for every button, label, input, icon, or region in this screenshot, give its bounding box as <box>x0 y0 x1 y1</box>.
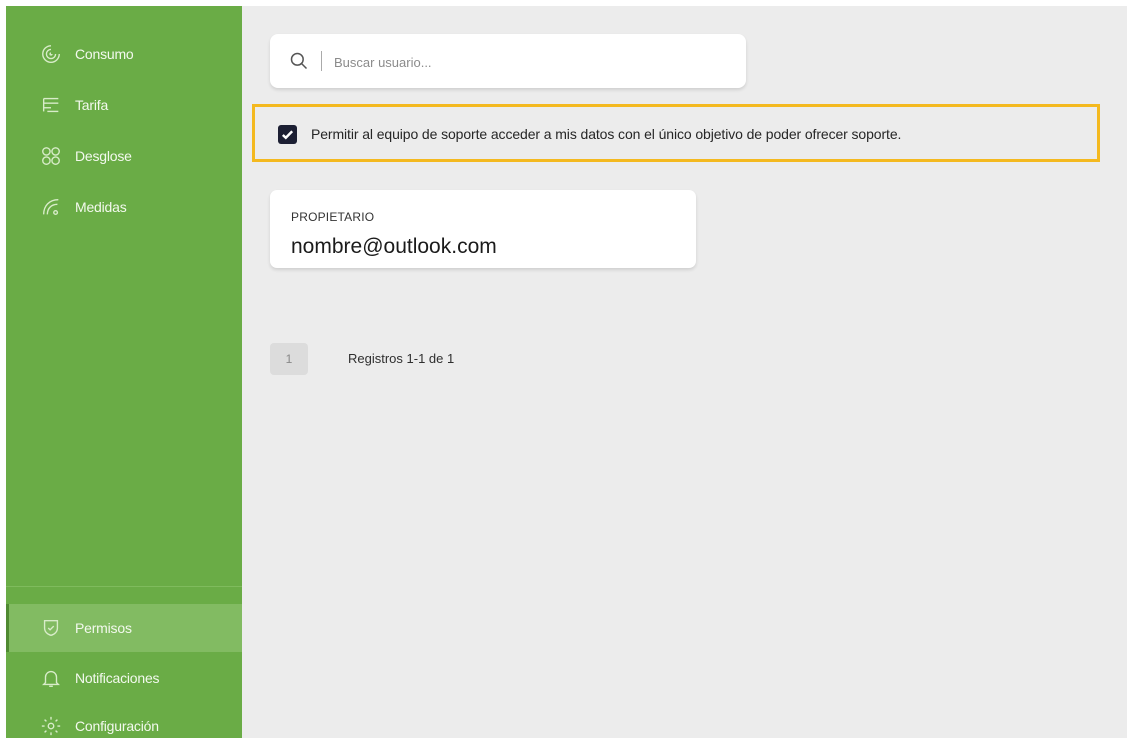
gear-icon <box>38 713 64 739</box>
tariff-lines-icon <box>38 92 64 118</box>
shield-check-icon <box>38 615 64 641</box>
sidebar-item-permisos[interactable]: Permisos <box>6 604 242 652</box>
sidebar-divider <box>6 586 242 587</box>
search-input[interactable] <box>332 48 726 76</box>
meter-signal-icon <box>38 194 64 220</box>
support-consent-label: Permitir al equipo de soporte acceder a … <box>311 126 902 142</box>
sidebar-item-tarifa[interactable]: Tarifa <box>6 83 242 127</box>
pagination-page-button[interactable]: 1 <box>270 343 308 375</box>
user-search-box[interactable] <box>270 34 746 88</box>
sidebar-item-label: Notificaciones <box>75 670 160 686</box>
main-content: Permitir al equipo de soporte acceder a … <box>242 6 1127 738</box>
owner-card: PROPIETARIO nombre@outlook.com <box>270 190 696 268</box>
sidebar-item-desglose[interactable]: Desglose <box>6 134 242 178</box>
records-count: Registros 1-1 de 1 <box>348 351 455 366</box>
sidebar-item-label: Consumo <box>75 46 134 62</box>
support-consent-highlight: Permitir al equipo de soporte acceder a … <box>252 104 1100 162</box>
bell-icon <box>38 665 64 691</box>
sidebar-item-notificaciones[interactable]: Notificaciones <box>6 656 242 700</box>
support-consent-checkbox[interactable] <box>278 125 297 144</box>
sidebar-item-label: Permisos <box>75 620 132 636</box>
search-separator <box>321 51 322 71</box>
sidebar-item-configuracion[interactable]: Configuración <box>6 704 242 748</box>
sidebar-item-medidas[interactable]: Medidas <box>6 185 242 229</box>
owner-email: nombre@outlook.com <box>291 235 497 258</box>
spiral-gauge-icon <box>38 41 64 67</box>
checkmark-icon <box>281 130 294 140</box>
sidebar-item-consumo[interactable]: Consumo <box>6 32 242 76</box>
breakdown-circles-icon <box>38 143 64 169</box>
sidebar-item-label: Configuración <box>75 718 159 734</box>
sidebar-item-label: Medidas <box>75 199 127 215</box>
owner-role-label: PROPIETARIO <box>291 210 375 224</box>
search-icon <box>289 51 309 71</box>
sidebar-item-label: Tarifa <box>75 97 109 113</box>
sidebar: Consumo Tarifa Desglose Medidas Permisos <box>6 6 242 738</box>
sidebar-item-label: Desglose <box>75 148 132 164</box>
